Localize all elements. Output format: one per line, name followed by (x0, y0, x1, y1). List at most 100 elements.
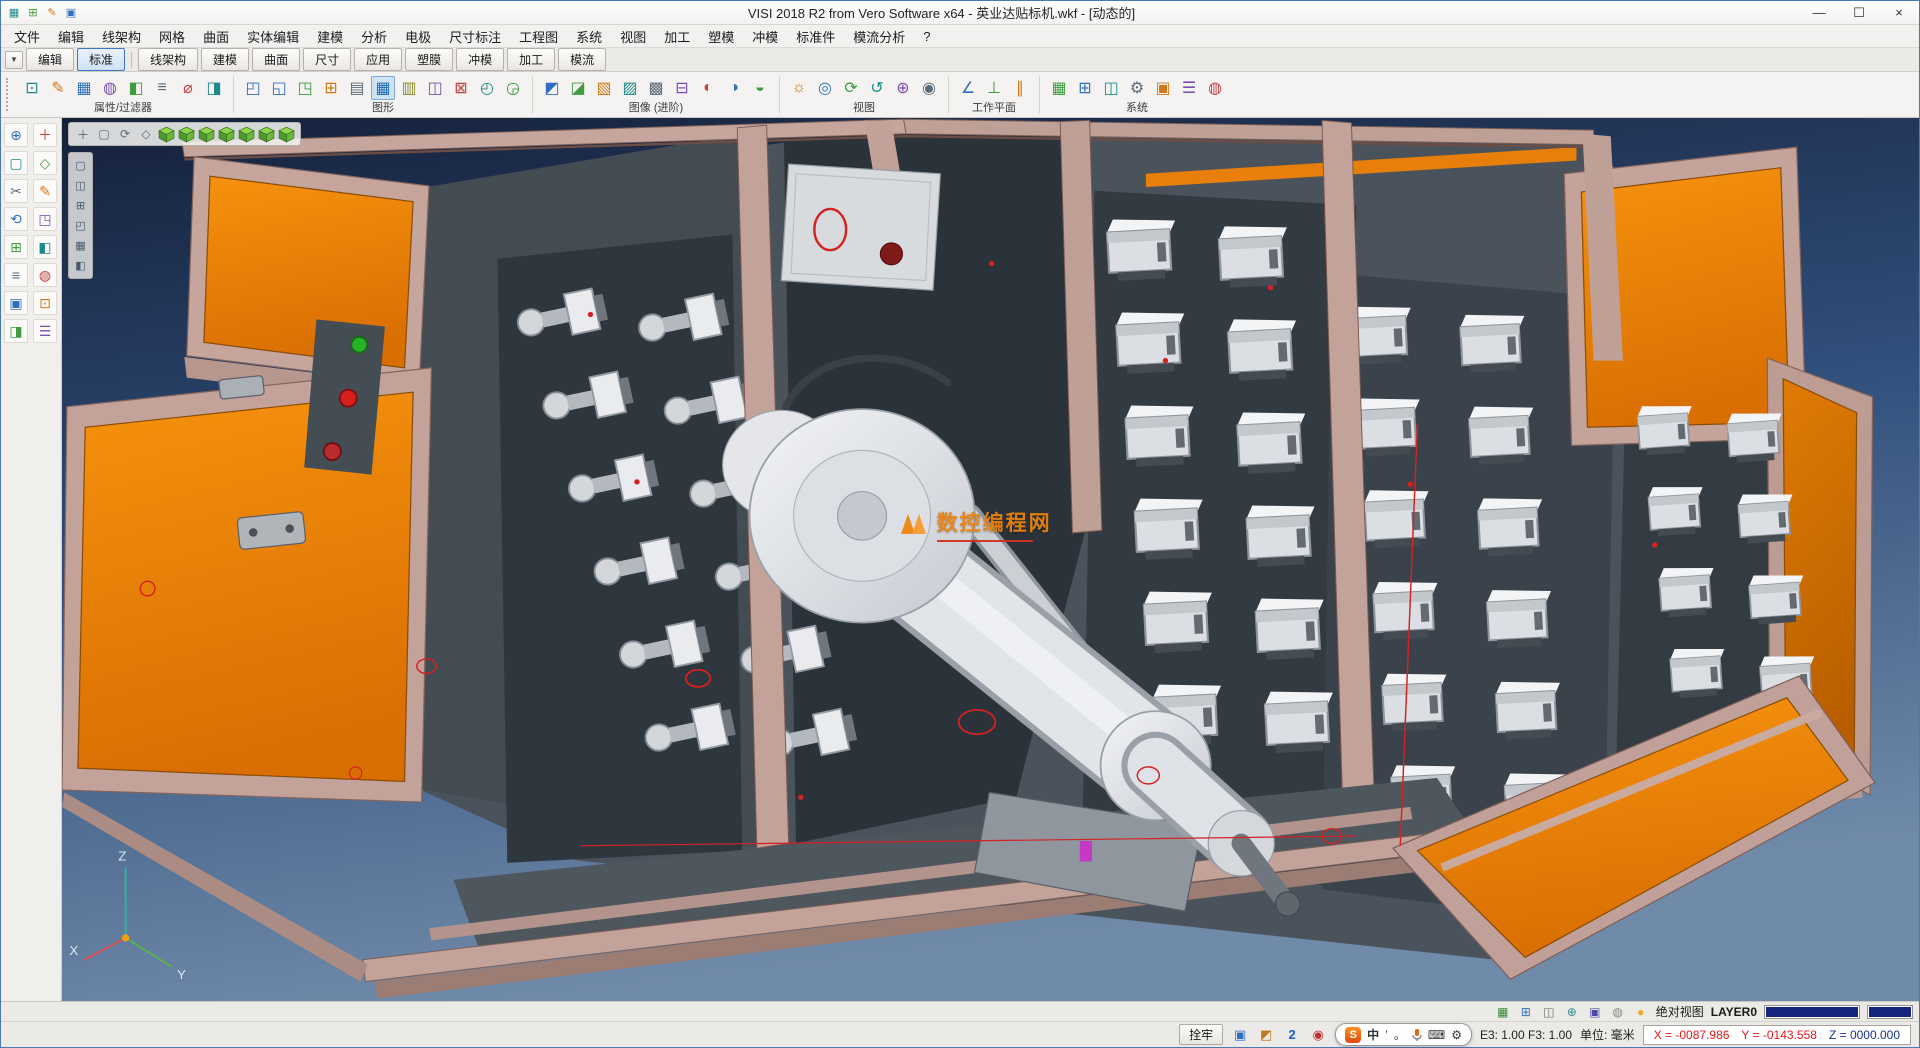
ime-mode-toggle[interactable]: 中 (1367, 1026, 1379, 1043)
lock-toggle[interactable]: 拴牢 (1179, 1024, 1223, 1045)
iso-view-cube-icon[interactable] (258, 126, 275, 143)
ribbon-icon[interactable]: ◍ (98, 76, 122, 100)
left-tool-icon[interactable]: ✎ (33, 179, 57, 203)
ribbon-icon[interactable]: ◳ (293, 76, 317, 100)
menu-item[interactable]: 文件 (5, 25, 49, 48)
left-tool-icon[interactable]: ◇ (33, 151, 57, 175)
chevron-down-icon[interactable]: ▼ (5, 51, 23, 69)
ribbon-icon[interactable]: ▥ (397, 76, 421, 100)
ribbon-icon[interactable]: ◰ (241, 76, 265, 100)
ribbon-icon[interactable]: ▣ (1151, 76, 1175, 100)
left-tool-icon[interactable]: ▢ (4, 151, 28, 175)
iso-view-cube-icon[interactable] (218, 126, 235, 143)
left-tool-icon[interactable]: ⊞ (4, 235, 28, 259)
ime-punct-toggle[interactable]: ’ (1385, 1028, 1388, 1042)
status-tool-icon[interactable]: ◍ (1610, 1004, 1626, 1020)
ribbon-icon[interactable]: ◪ (566, 76, 590, 100)
menu-item[interactable]: 标准件 (787, 25, 844, 48)
status-tool-icon[interactable]: ⊕ (1564, 1004, 1580, 1020)
ribbon-icon[interactable]: ☰ (1177, 76, 1201, 100)
rotate-view-icon[interactable]: ⟳ (116, 125, 134, 143)
tab-die[interactable]: 冲模 (456, 48, 504, 71)
ribbon-icon[interactable]: ◑ (722, 76, 746, 100)
window-zoom-icon[interactable]: ▢ (95, 125, 113, 143)
ribbon-icon[interactable]: ◧ (124, 76, 148, 100)
status-tool-icon[interactable]: ◫ (1541, 1004, 1557, 1020)
tab-flow[interactable]: 模流 (558, 48, 606, 71)
ribbon-icon[interactable]: ⊞ (319, 76, 343, 100)
save-icon[interactable]: ▣ (63, 5, 79, 21)
ribbon-icon[interactable]: ◩ (540, 76, 564, 100)
ribbon-icon[interactable]: ⊟ (670, 76, 694, 100)
left-tool-icon[interactable]: ☰ (33, 319, 57, 343)
menu-item-help[interactable]: ? (914, 27, 939, 46)
close-button[interactable]: × (1879, 1, 1919, 24)
menu-item[interactable]: 工程图 (510, 25, 567, 48)
iso-view-cube-icon[interactable] (178, 126, 195, 143)
tab-apply[interactable]: 应用 (354, 48, 402, 71)
linetype-indicator[interactable] (1867, 1005, 1913, 1019)
ribbon-icon[interactable]: ▦ (1047, 76, 1071, 100)
status-tool-icon[interactable]: ▦ (1495, 1004, 1511, 1020)
ribbon-icon[interactable]: ◒ (748, 76, 772, 100)
status-tool-icon[interactable]: ⊞ (1518, 1004, 1534, 1020)
ribbon-icon[interactable]: ⚙ (1125, 76, 1149, 100)
left-tool-icon[interactable]: ▣ (4, 291, 28, 315)
left-tool-icon[interactable]: ⟲ (4, 207, 28, 231)
ribbon-icon[interactable]: ∠ (956, 76, 980, 100)
menu-item[interactable]: 视图 (611, 25, 655, 48)
left-tool-icon[interactable]: ◨ (4, 319, 28, 343)
viewport-tool-icon[interactable]: ▦ (72, 237, 89, 254)
status-tool-icon[interactable]: ▣ (1587, 1004, 1603, 1020)
left-tool-icon[interactable]: ＋ (33, 123, 57, 147)
menu-item[interactable]: 塑模 (699, 25, 743, 48)
menu-item[interactable]: 曲面 (194, 25, 238, 48)
tab-surface[interactable]: 曲面 (252, 48, 300, 71)
menu-item[interactable]: 尺寸标注 (440, 25, 510, 48)
keyboard-icon[interactable]: ⌨ (1428, 1028, 1445, 1042)
settings-icon[interactable]: ⚙ (1451, 1028, 1462, 1042)
ribbon-icon[interactable]: ▩ (644, 76, 668, 100)
active-layer[interactable]: LAYER0 (1711, 1005, 1757, 1019)
ribbon-icon[interactable]: ▨ (618, 76, 642, 100)
menu-item[interactable]: 冲模 (743, 25, 787, 48)
viewport-tool-icon[interactable]: ◰ (72, 217, 89, 234)
ribbon-icon[interactable]: ⌀ (176, 76, 200, 100)
left-tool-icon[interactable]: ◍ (33, 263, 57, 287)
ribbon-icon[interactable]: ◫ (423, 76, 447, 100)
viewport-3d-scene[interactable]: Z X Y (62, 118, 1919, 1001)
ribbon-icon[interactable]: ⟳ (839, 76, 863, 100)
ribbon-icon[interactable]: ↺ (865, 76, 889, 100)
ribbon-icon[interactable]: ◫ (1099, 76, 1123, 100)
menu-item[interactable]: 系统 (567, 25, 611, 48)
ime-period-toggle[interactable]: 。 (1394, 1026, 1406, 1043)
tab-standard[interactable]: 标准 (77, 48, 125, 71)
left-tool-icon[interactable]: ⊕ (4, 123, 28, 147)
ribbon-icon[interactable]: ⊞ (1073, 76, 1097, 100)
edit-icon[interactable]: ✎ (44, 5, 60, 21)
fit-view-icon[interactable]: ◇ (137, 125, 155, 143)
menu-item[interactable]: 加工 (655, 25, 699, 48)
menu-item[interactable]: 建模 (308, 25, 352, 48)
ribbon-icon[interactable]: ⊥ (982, 76, 1006, 100)
ribbon-icon[interactable]: ◉ (917, 76, 941, 100)
tab-dimension[interactable]: 尺寸 (303, 48, 351, 71)
workplane-indicator-icon[interactable]: ● (1633, 1004, 1649, 1020)
left-tool-icon[interactable]: ✂ (4, 179, 28, 203)
menu-item[interactable]: 网格 (150, 25, 194, 48)
minimize-button[interactable]: — (1799, 1, 1839, 24)
ribbon-icon[interactable]: ◱ (267, 76, 291, 100)
pan-icon[interactable]: ＋ (74, 125, 92, 143)
microphone-icon[interactable] (1412, 1028, 1422, 1042)
viewport-tool-icon[interactable]: ⊞ (72, 197, 89, 214)
left-tool-icon[interactable]: ⊡ (33, 291, 57, 315)
tab-modeling[interactable]: 建模 (201, 48, 249, 71)
ribbon-icon[interactable]: ◐ (696, 76, 720, 100)
tab-wireframe[interactable]: 线架构 (138, 48, 198, 71)
ribbon-icon[interactable]: ▦ (371, 76, 395, 100)
ribbon-icon[interactable]: ✎ (46, 76, 70, 100)
tab-mold[interactable]: 塑膜 (405, 48, 453, 71)
ribbon-icon[interactable]: ⊕ (891, 76, 915, 100)
tab-edit[interactable]: 编辑 (26, 48, 74, 71)
menu-item[interactable]: 电极 (396, 25, 440, 48)
